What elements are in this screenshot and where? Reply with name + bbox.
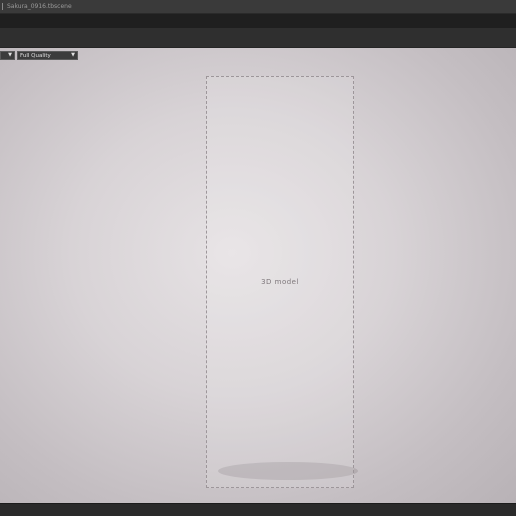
chevron-down-icon: ▼	[8, 52, 12, 58]
title-bar: Sakura_0916.tbscene	[0, 0, 516, 14]
chevron-down-icon: ▼	[71, 52, 75, 58]
render-quality-dropdown[interactable]: Full Quality ▼	[17, 51, 78, 60]
scene-model-placeholder[interactable]: 3D model	[206, 76, 354, 488]
menu-bar	[0, 14, 516, 28]
toolbar	[0, 28, 516, 48]
separator-icon	[2, 3, 3, 10]
view-mode-dropdown[interactable]: ▼	[0, 51, 15, 60]
application-window: Sakura_0916.tbscene ▼ Full Quality ▼ 3D …	[0, 0, 516, 516]
model-placeholder-label: 3D model	[261, 278, 299, 286]
3d-viewport[interactable]: ▼ Full Quality ▼ 3D model	[0, 48, 516, 503]
window-title: Sakura_0916.tbscene	[7, 3, 72, 10]
status-bar	[0, 503, 516, 516]
viewport-controls: ▼ Full Quality ▼	[0, 51, 78, 60]
render-quality-value: Full Quality	[20, 52, 51, 59]
